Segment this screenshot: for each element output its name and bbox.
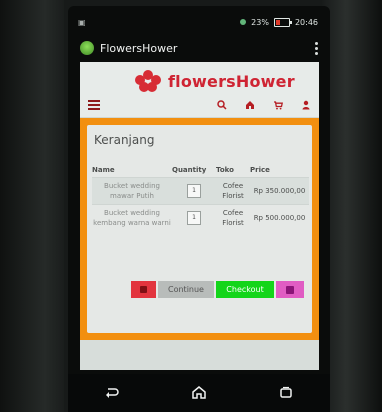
user-icon[interactable] xyxy=(301,100,311,110)
signal-icon xyxy=(240,19,247,25)
column-shop: Toko xyxy=(216,166,234,174)
cart-table: Name Quantity Toko Price Bucket wedding … xyxy=(92,163,309,231)
app-title: FlowersHower xyxy=(100,41,178,55)
column-price: Price xyxy=(250,166,270,174)
cart-table-header: Name Quantity Toko Price xyxy=(92,163,309,177)
cart-actions: Continue Checkout xyxy=(131,281,304,298)
cart-icon[interactable] xyxy=(273,100,283,110)
trash-icon xyxy=(140,286,147,293)
flower-icon xyxy=(132,70,164,92)
site-logo[interactable]: flowersHower xyxy=(132,70,295,92)
quantity-input[interactable]: 1 xyxy=(187,211,201,225)
quantity-input[interactable]: 1 xyxy=(187,184,201,198)
home-icon[interactable] xyxy=(245,100,255,110)
site-nav xyxy=(88,97,311,113)
delete-button[interactable] xyxy=(131,281,156,298)
battery-icon xyxy=(273,17,292,27)
hamburger-icon[interactable] xyxy=(88,100,100,110)
item-quantity-cell: 1 xyxy=(172,181,216,201)
overflow-menu-icon[interactable] xyxy=(315,41,318,55)
webview-screen: flowersHower Keranjang Name Quantity Tok… xyxy=(80,62,319,370)
status-bar: ▣ 23% 20:46 xyxy=(78,14,318,30)
cart-title: Keranjang xyxy=(94,133,155,147)
item-shop: Cofee Florist xyxy=(222,209,244,227)
battery-percent: 23% xyxy=(251,17,269,27)
item-price: Rp 500.000,00 xyxy=(253,214,306,222)
recent-apps-icon[interactable] xyxy=(278,384,294,403)
save-icon xyxy=(286,285,294,294)
save-button[interactable] xyxy=(276,281,304,298)
continue-button[interactable]: Continue xyxy=(158,281,214,298)
status-left-icon: ▣ xyxy=(78,17,86,27)
item-shop: Cofee Florist xyxy=(222,182,244,200)
device-right-bezel xyxy=(322,0,382,412)
search-icon[interactable] xyxy=(217,100,227,110)
checkout-button[interactable]: Checkout xyxy=(216,281,274,298)
item-quantity-cell: 1 xyxy=(172,208,216,228)
app-title-bar: FlowersHower xyxy=(80,36,318,60)
back-icon[interactable] xyxy=(104,384,120,403)
column-quantity: Quantity xyxy=(172,166,207,174)
item-name: Bucket wedding mawar Putih xyxy=(104,182,160,200)
status-indicators: 23% 20:46 xyxy=(240,17,318,27)
android-nav-bar xyxy=(68,374,330,412)
cart-row: Bucket wedding kembang warna warni 1 Cof… xyxy=(92,204,309,231)
item-price: Rp 350.000,00 xyxy=(253,187,306,195)
column-name: Name xyxy=(92,166,115,174)
site-header: flowersHower xyxy=(80,62,319,118)
home-nav-icon[interactable] xyxy=(191,384,207,403)
cart-card: Keranjang Name Quantity Toko Price Bucke… xyxy=(87,125,312,333)
cart-section: Keranjang Name Quantity Toko Price Bucke… xyxy=(80,118,319,340)
cart-row: Bucket wedding mawar Putih 1 Cofee Flori… xyxy=(92,177,309,204)
status-time: 20:46 xyxy=(294,17,318,27)
app-icon xyxy=(80,41,94,55)
nav-icons xyxy=(217,100,311,110)
device-left-bezel xyxy=(0,0,64,412)
item-name: Bucket wedding kembang warna warni xyxy=(93,209,171,227)
logo-text: flowersHower xyxy=(168,71,295,91)
phone-frame: ▣ 23% 20:46 FlowersHower flowersHower Ke… xyxy=(68,6,330,412)
